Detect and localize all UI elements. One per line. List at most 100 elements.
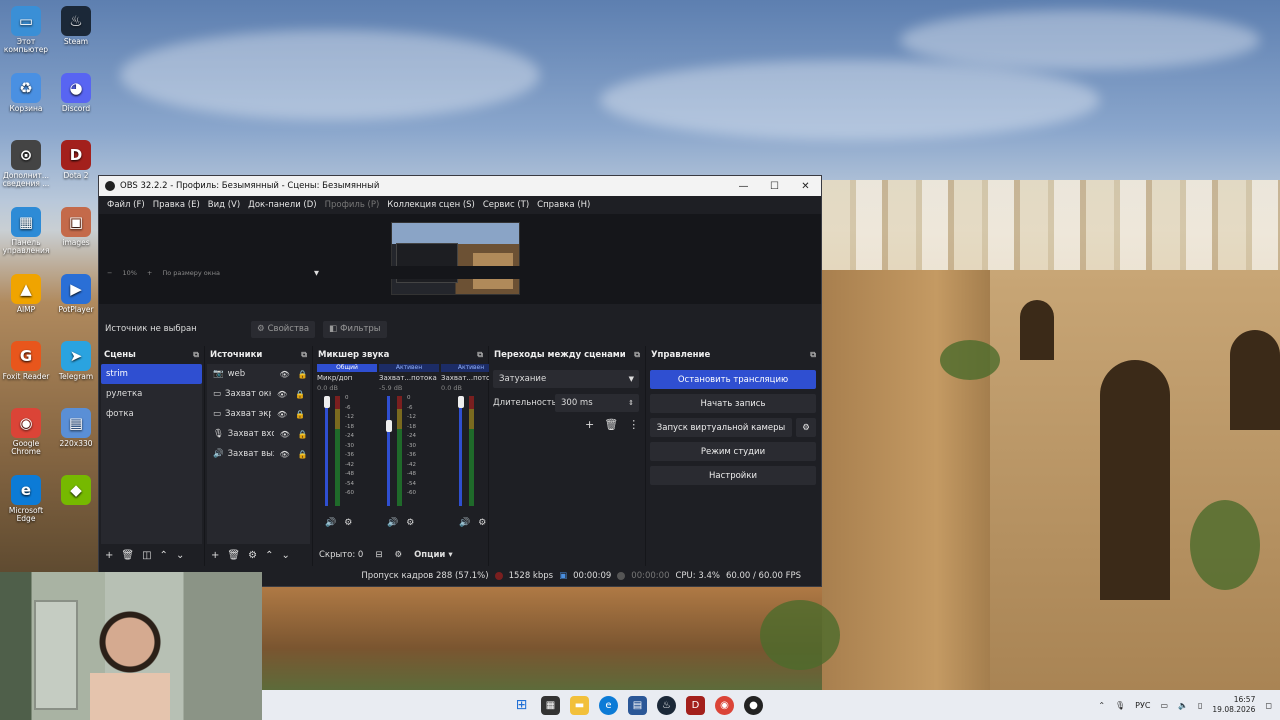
desktop-dota-shortcut[interactable]: D Dota 2 <box>50 140 102 180</box>
mixer-settings-icon[interactable]: ⚙ <box>478 518 486 528</box>
settings-button[interactable]: Настройки <box>650 466 816 485</box>
lock-icon[interactable]: 🔒 <box>293 390 307 399</box>
menu-file[interactable]: Файл (F) <box>103 200 149 210</box>
source-settings-button[interactable]: ⚙ <box>248 550 257 561</box>
visibility-eye-icon[interactable]: 👁 <box>275 410 289 419</box>
mixer-settings-icon[interactable]: ⚙ <box>406 518 414 528</box>
file-explorer-icon[interactable]: ▬ <box>570 695 589 715</box>
layout-toggle-icon[interactable]: ⊟ <box>375 550 382 560</box>
volume-knob[interactable] <box>457 396 464 408</box>
menu-view[interactable]: Вид (V) <box>204 200 244 210</box>
desktop-telegram-shortcut[interactable]: ➤ Telegram <box>50 341 102 381</box>
notification-icon[interactable]: ◻ <box>1265 701 1272 710</box>
move-down-button[interactable]: ⌄ <box>281 550 289 561</box>
remove-transition-button[interactable]: 🗑 <box>604 418 618 431</box>
preview-canvas[interactable] <box>391 222 520 295</box>
move-down-button[interactable]: ⌄ <box>176 550 184 561</box>
desktop-potplayer-shortcut[interactable]: ▶ PotPlayer <box>50 274 102 314</box>
source-item[interactable]: 🎙Захват входного аудио👁🔒 <box>207 424 310 444</box>
desktop-recycle-bin-shortcut[interactable]: ♻ Корзина <box>0 73 52 113</box>
move-up-button[interactable]: ⌃ <box>160 550 168 561</box>
menu-docks[interactable]: Док-панели (D) <box>244 200 320 210</box>
lock-icon[interactable]: 🔒 <box>296 430 310 439</box>
menu-scene-collection[interactable]: Коллекция сцен (S) <box>383 200 479 210</box>
volume-knob[interactable] <box>385 420 392 432</box>
desktop-info-shortcut[interactable]: ⊙ Дополнит... сведения ... <box>0 140 52 188</box>
remove-scene-button[interactable]: 🗑 <box>121 550 134 561</box>
desktop-discord-shortcut[interactable]: ◕ Discord <box>50 73 102 113</box>
network-icon[interactable]: ▭ <box>1160 701 1168 710</box>
lock-icon[interactable]: 🔒 <box>296 450 310 459</box>
chevron-up-icon[interactable]: ⌃ <box>1098 701 1105 710</box>
steam-icon[interactable]: ♨ <box>657 695 676 715</box>
zoom-in-button[interactable]: + <box>147 269 152 277</box>
desktop-foxit-shortcut[interactable]: G Foxit Reader <box>0 341 52 381</box>
undock-icon[interactable]: ⧉ <box>193 350 199 360</box>
store-icon[interactable]: ▤ <box>628 695 647 715</box>
menu-profile[interactable]: Профиль (P) <box>321 200 384 210</box>
source-item[interactable]: ▭Захват экрана👁🔒 <box>207 404 310 424</box>
advanced-audio-icon[interactable]: ⚙ <box>394 550 402 560</box>
start-record-button[interactable]: Начать запись <box>650 394 816 413</box>
stop-stream-button[interactable]: Остановить трансляцию <box>650 370 816 389</box>
dota-icon[interactable]: D <box>686 695 705 715</box>
source-item[interactable]: 🔊Захват выходного аудио👁🔒 <box>207 444 310 464</box>
menu-tools[interactable]: Сервис (T) <box>479 200 533 210</box>
add-scene-button[interactable]: + <box>105 550 113 561</box>
volume-knob[interactable] <box>323 396 330 408</box>
scene-item-roulette[interactable]: рулетка <box>101 384 202 404</box>
transition-menu-button[interactable]: ⋮ <box>628 418 639 431</box>
undock-icon[interactable]: ⧉ <box>477 350 483 360</box>
menu-help[interactable]: Справка (H) <box>533 200 594 210</box>
volume-icon[interactable]: 🔊 <box>325 518 336 528</box>
filters-button[interactable]: ◧ Фильтры <box>323 320 387 338</box>
undock-icon[interactable]: ⧉ <box>301 350 307 360</box>
desktop-images-folder-shortcut[interactable]: ▣ images <box>50 207 102 247</box>
source-item[interactable]: ▭Захват окна👁🔒 <box>207 384 310 404</box>
desktop-control-panel-shortcut[interactable]: ▦ Панель управления <box>0 207 52 255</box>
mixer-settings-icon[interactable]: ⚙ <box>344 518 352 528</box>
zoom-mode-select[interactable]: По размеру окна <box>162 269 220 277</box>
zoom-out-button[interactable]: − <box>107 269 112 277</box>
chevron-down-icon[interactable]: ▼ <box>314 269 319 277</box>
microphone-icon[interactable]: 🎙 <box>1115 701 1125 710</box>
maximize-button[interactable]: ☐ <box>759 181 790 192</box>
task-view-icon[interactable]: ▦ <box>541 695 560 715</box>
battery-icon[interactable]: ▯ <box>1198 701 1202 710</box>
undock-icon[interactable]: ⧉ <box>810 350 816 360</box>
desktop-aimp-shortcut[interactable]: ▲ AIMP <box>0 274 52 314</box>
desktop-steam-shortcut[interactable]: ♨ Steam <box>50 6 102 46</box>
scene-item-strim[interactable]: strim <box>101 364 202 384</box>
edge-icon[interactable]: e <box>599 695 618 715</box>
menu-edit[interactable]: Правка (E) <box>149 200 204 210</box>
desktop-computer-shortcut[interactable]: ▭ Этот компьютер <box>0 6 52 54</box>
lock-icon[interactable]: 🔒 <box>296 370 310 379</box>
visibility-eye-icon[interactable]: 👁 <box>275 390 289 399</box>
studio-mode-button[interactable]: Режим студии <box>650 442 816 461</box>
visibility-eye-icon[interactable]: 👁 <box>278 370 292 379</box>
desktop-edge-shortcut[interactable]: e Microsoft Edge <box>0 475 52 523</box>
obs-icon[interactable]: ● <box>744 695 763 715</box>
close-button[interactable]: ✕ <box>790 181 821 192</box>
channel-name[interactable]: Микр/доп <box>317 372 377 384</box>
minimize-button[interactable]: — <box>728 181 759 192</box>
scene-item-photo[interactable]: фотка <box>101 404 202 424</box>
properties-button[interactable]: ⚙ Свойства <box>251 320 316 338</box>
duration-input[interactable]: 300 ms ⇕ <box>555 394 639 412</box>
move-up-button[interactable]: ⌃ <box>265 550 273 561</box>
scene-filters-button[interactable]: ◫ <box>142 550 151 561</box>
add-source-button[interactable]: + <box>211 550 219 561</box>
volume-icon[interactable]: 🔈 <box>1178 701 1188 710</box>
undock-icon[interactable]: ⧉ <box>634 350 640 360</box>
visibility-eye-icon[interactable]: 👁 <box>278 430 292 439</box>
desktop-image-file-shortcut[interactable]: ▤ 220x330 <box>50 408 102 448</box>
desktop-chrome-shortcut[interactable]: ◉ Google Chrome <box>0 408 52 456</box>
mixer-options-button[interactable]: Опции ▾ <box>414 550 453 560</box>
desktop-nvidia-shortcut[interactable]: ◆ <box>50 475 102 507</box>
visibility-eye-icon[interactable]: 👁 <box>278 450 292 459</box>
chrome-icon[interactable]: ◉ <box>715 695 734 715</box>
remove-source-button[interactable]: 🗑 <box>227 550 240 561</box>
channel-name[interactable]: Захват...потока <box>379 372 439 384</box>
add-transition-button[interactable]: + <box>585 418 594 431</box>
virtual-camera-settings-button[interactable]: ⚙ <box>796 418 816 437</box>
